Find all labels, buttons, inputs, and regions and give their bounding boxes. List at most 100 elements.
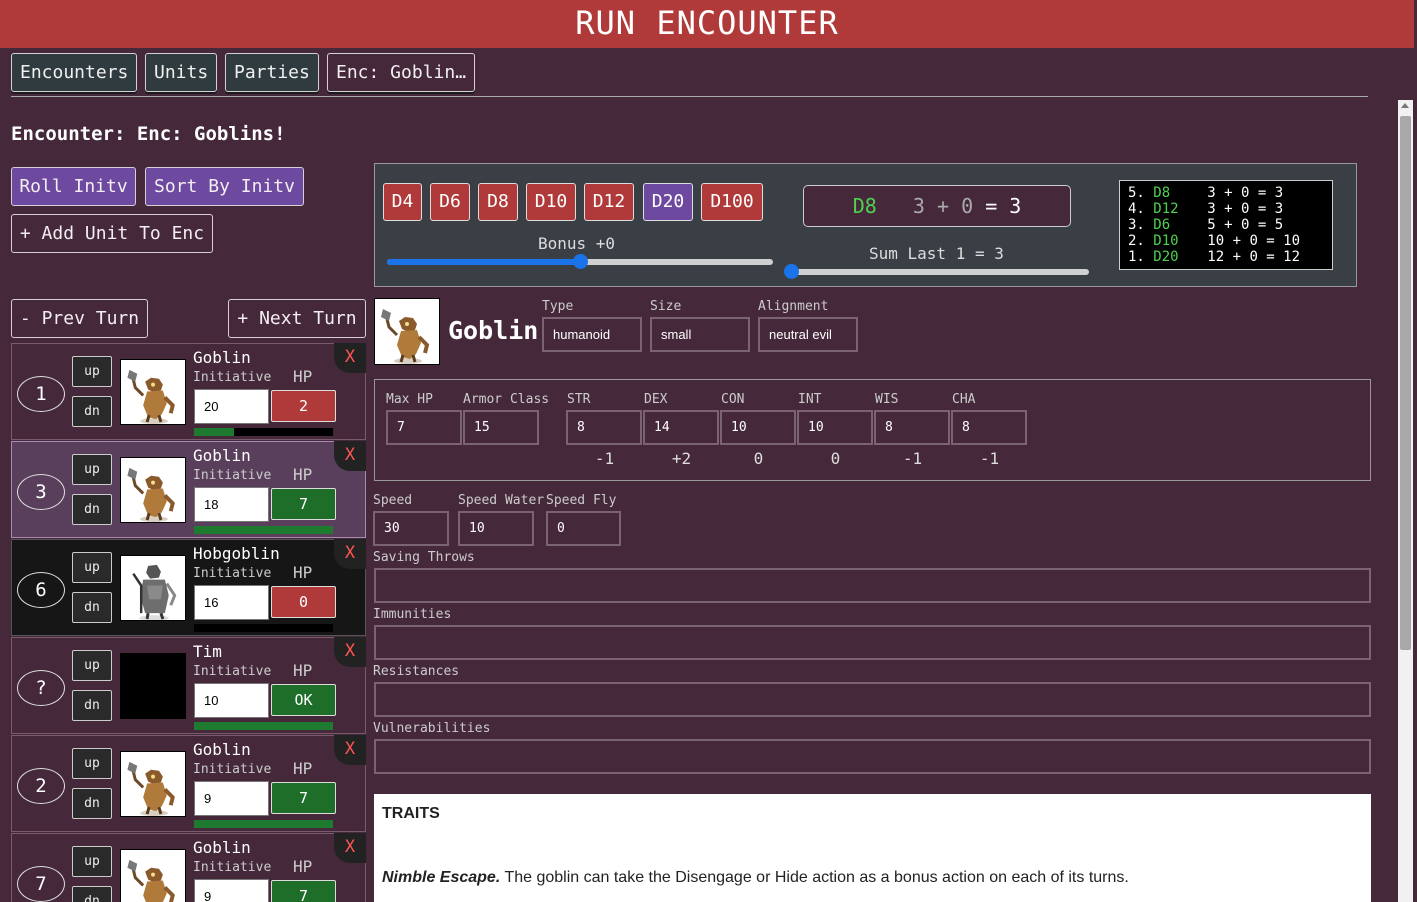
turn-order-badge: 3 (17, 474, 65, 510)
die-d8-button[interactable]: D8 (478, 183, 518, 221)
unit-portrait (120, 653, 186, 719)
remove-unit-button[interactable]: X (334, 833, 366, 863)
ability-score-field[interactable]: 14 (643, 410, 719, 445)
unit-portrait (120, 751, 186, 817)
sum-slider-knob[interactable] (784, 264, 799, 279)
speed-water-field[interactable]: 10 (458, 511, 534, 546)
type-field[interactable]: humanoid (542, 317, 642, 352)
speed-fly-field[interactable]: 0 (546, 511, 621, 546)
remove-unit-button[interactable]: X (334, 441, 366, 471)
turn-order-badge: 2 (17, 768, 65, 804)
next-turn-button[interactable]: + Next Turn (228, 299, 366, 338)
combatant-row[interactable]: 6 up dn Hobgoblin Initiative HP 16 0 X (11, 539, 366, 636)
sum-slider[interactable] (784, 264, 1089, 279)
scroll-up-icon[interactable] (1401, 103, 1409, 108)
combatant-row[interactable]: 7 up dn Goblin Initiative HP 9 7 X (11, 833, 366, 902)
ability-score-field[interactable]: 8 (874, 410, 950, 445)
saving-throws-field[interactable] (374, 568, 1371, 603)
combatant-row[interactable]: 1 up dn Goblin Initiative HP 20 2 X (11, 343, 366, 440)
combatant-row[interactable]: 2 up dn Goblin Initiative HP 9 7 X (11, 735, 366, 832)
ability-modifier: 0 (753, 449, 764, 468)
ability-score-field[interactable]: 10 (720, 410, 796, 445)
ability-score-field[interactable]: 10 (797, 410, 873, 445)
initiative-input[interactable]: 9 (194, 879, 269, 902)
vulnerabilities-label: Vulnerabilities (373, 721, 491, 736)
immunities-label: Immunities (373, 607, 452, 622)
resistances-field[interactable] (374, 682, 1371, 717)
size-field[interactable]: small (650, 317, 750, 352)
die-d10-button[interactable]: D10 (526, 183, 576, 221)
hp-button[interactable]: 2 (271, 390, 336, 422)
saving-throws-label: Saving Throws (373, 550, 475, 565)
immunities-field[interactable] (374, 625, 1371, 660)
move-down-button[interactable]: dn (72, 690, 112, 721)
die-d100-button[interactable]: D100 (701, 183, 763, 221)
prev-turn-button[interactable]: - Prev Turn (11, 299, 148, 338)
remove-unit-button[interactable]: X (334, 637, 366, 667)
speed-field[interactable]: 30 (373, 511, 449, 546)
move-up-button[interactable]: up (72, 846, 112, 877)
move-down-button[interactable]: dn (72, 886, 112, 902)
bonus-slider[interactable] (387, 254, 773, 269)
tab-parties[interactable]: Parties (225, 53, 319, 92)
combatant-row[interactable]: ? up dn Tim Initiative HP 10 OK X (11, 637, 366, 734)
unit-portrait (120, 359, 186, 425)
add-unit-button[interactable]: + Add Unit To Enc (11, 214, 213, 253)
ability-label: CON (721, 392, 745, 407)
history-entry: 3. D6 5 + 0 = 5 (1128, 217, 1324, 233)
initiative-input[interactable]: 20 (194, 389, 269, 424)
move-down-button[interactable]: dn (72, 494, 112, 525)
initiative-input[interactable]: 16 (194, 585, 269, 620)
tab-units[interactable]: Units (145, 53, 218, 92)
scroll-thumb[interactable] (1400, 116, 1411, 650)
speed-water-label: Speed Water (458, 493, 545, 508)
ability-score-field[interactable]: 8 (951, 410, 1027, 445)
ability-score-field[interactable]: 8 (566, 410, 642, 445)
ability-label: INT (798, 392, 822, 407)
history-expression: 12 + 0 = 12 (1207, 249, 1301, 265)
hp-button[interactable]: 7 (271, 488, 336, 520)
initiative-input[interactable]: 10 (194, 683, 269, 718)
sort-by-initiative-button[interactable]: Sort By Initv (145, 167, 304, 206)
move-down-button[interactable]: dn (72, 788, 112, 819)
move-up-button[interactable]: up (72, 552, 112, 583)
page-scrollbar[interactable] (1398, 100, 1413, 902)
move-up-button[interactable]: up (72, 356, 112, 387)
tab-encounters[interactable]: Encounters (11, 53, 138, 92)
remove-unit-button[interactable]: X (334, 343, 366, 373)
tab-current-encounter[interactable]: Enc: Goblin… (327, 53, 476, 92)
unit-portrait (120, 457, 186, 523)
unit-name: Goblin (193, 348, 251, 367)
move-down-button[interactable]: dn (72, 396, 112, 427)
roll-initiative-button[interactable]: Roll Initv (11, 167, 136, 206)
alignment-field[interactable]: neutral evil (758, 317, 858, 352)
move-up-button[interactable]: up (72, 650, 112, 681)
initiative-input[interactable]: 18 (194, 487, 269, 522)
die-d4-button[interactable]: D4 (383, 183, 422, 221)
remove-unit-button[interactable]: X (334, 735, 366, 765)
remove-unit-button[interactable]: X (334, 539, 366, 569)
hp-button[interactable]: 0 (271, 586, 336, 618)
trait-name: Nimble Escape. (382, 869, 501, 886)
ability-modifier: -1 (902, 449, 923, 468)
combatant-row[interactable]: 3 up dn Goblin Initiative HP 18 7 X (11, 441, 366, 538)
max-hp-field[interactable]: 7 (386, 410, 462, 445)
hp-button[interactable]: OK (271, 684, 336, 716)
armor-class-field[interactable]: 15 (463, 410, 539, 445)
history-die: D10 (1153, 233, 1179, 249)
bonus-slider-knob[interactable] (573, 254, 588, 269)
last-roll-expression: 3 + 0 (912, 194, 974, 218)
move-down-button[interactable]: dn (72, 592, 112, 623)
turn-order-badge: 7 (17, 866, 65, 902)
hp-button[interactable]: 7 (271, 782, 336, 814)
hp-bar-fill (194, 722, 333, 730)
vulnerabilities-field[interactable] (374, 739, 1371, 774)
initiative-input[interactable]: 9 (194, 781, 269, 816)
die-d20-button[interactable]: D20 (643, 183, 693, 221)
hp-button[interactable]: 7 (271, 880, 336, 902)
die-d6-button[interactable]: D6 (430, 183, 470, 221)
die-d12-button[interactable]: D12 (584, 183, 634, 221)
hp-bar-fill (194, 526, 333, 534)
move-up-button[interactable]: up (72, 454, 112, 485)
move-up-button[interactable]: up (72, 748, 112, 779)
